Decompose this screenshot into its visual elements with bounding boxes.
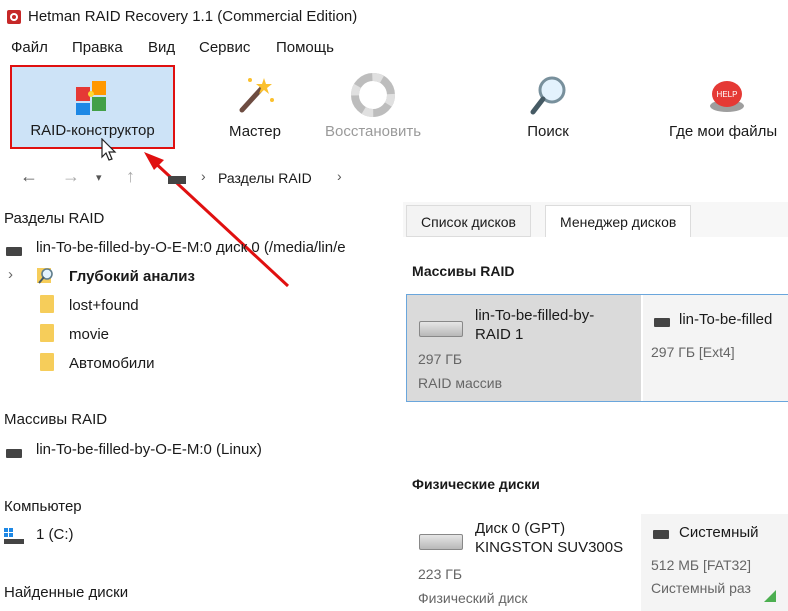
magnifier-icon [530,76,566,115]
raid-array-name: lin-To-be-filled-by- [475,307,595,324]
folder-item-cars[interactable]: Автомобили [69,355,154,372]
back-arrow-icon[interactable]: ← [20,166,38,187]
menu-help[interactable]: Помощь [276,39,334,56]
found-disks-heading: Найденные диски [4,584,129,601]
hard-drive-icon [419,321,463,337]
deep-analysis-icon [37,268,53,284]
app-icon [7,10,21,24]
windows-drive-icon [4,528,24,544]
mouse-cursor-icon [101,138,117,161]
folder-item-movie[interactable]: movie [69,326,109,343]
menu-view[interactable]: Вид [148,39,175,56]
raid-constructor-label: RAID-конструктор [30,122,155,139]
raid-constructor-button[interactable]: RAID-конструктор [10,65,175,149]
window-title: Hetman RAID Recovery 1.1 (Commercial Edi… [28,8,358,25]
raid-array-drive-icon [6,449,22,458]
where-are-my-files-button[interactable]: HELP Где мои файлы [665,66,788,150]
hard-drive-icon [419,534,463,550]
menu-service[interactable]: Сервис [199,39,250,56]
raid-arrays-section-title: Массивы RAID [412,263,515,279]
system-partition-name: Системный [679,524,759,541]
navigation-bar [0,160,788,196]
history-dropdown-icon[interactable]: ▾ [96,171,102,184]
where-are-my-files-label: Где мои файлы [669,123,778,140]
resize-corner-icon [764,590,776,602]
physical-disk-type: Физический диск [418,590,528,606]
deep-analysis-item[interactable]: Глубокий анализ [69,268,195,285]
menu-file[interactable]: Файл [11,39,48,56]
raid-array-type: RAID массив [418,375,503,391]
physical-disks-section-title: Физические диски [412,476,540,492]
tab-disk-list[interactable]: Список дисков [406,205,531,237]
folder-icon [40,324,54,342]
breadcrumb-expand-icon[interactable]: › [337,168,342,184]
svg-text:HELP: HELP [716,90,737,99]
partition-drive-icon [654,318,670,327]
raid-partitions-heading: Разделы RAID [4,210,105,227]
partition-drive-icon [653,530,669,539]
raid-arrays-heading: Массивы RAID [4,411,108,428]
restore-label: Восстановить [324,123,422,140]
search-button[interactable]: Поиск [500,66,596,150]
physical-disk-model: KINGSTON SUV300S [475,539,624,556]
folder-icon [40,353,54,371]
wizard-button[interactable]: Мастер [205,66,305,150]
physical-disk-size: 223 ГБ [418,566,463,582]
breadcrumb-raid-partitions[interactable]: Разделы RAID [218,170,312,186]
tab-disk-manager[interactable]: Менеджер дисков [545,205,692,237]
help-button-icon: HELP [709,81,744,112]
breadcrumb-separator-icon: › [201,168,206,184]
computer-drive-c[interactable]: 1 (C:) [36,526,74,543]
raid-partition-info: 297 ГБ [Ext4] [651,344,735,360]
up-arrow-icon[interactable]: ↑ [126,166,135,187]
raid-array-level: RAID 1 [475,326,524,343]
folder-item-lost-found[interactable]: lost+found [69,297,139,314]
forward-arrow-icon[interactable]: → [62,166,80,187]
raid-partition-name: lin-To-be-filled [679,311,773,328]
volume-drive-icon [6,247,22,256]
raid-volume-item[interactable]: lin-To-be-filled-by-O-E-M:0 диск 0 (/med… [36,239,402,256]
title-bar: Hetman RAID Recovery 1.1 (Commercial Edi… [0,0,788,34]
wizard-label: Мастер [229,123,281,140]
restore-button[interactable]: Восстановить [312,66,434,150]
search-label: Поиск [527,123,569,140]
magic-wand-icon [239,78,274,113]
lifebuoy-icon [351,73,395,117]
physical-disk-name: Диск 0 (GPT) [475,520,566,537]
raid-array-item[interactable]: lin-To-be-filled-by-O-E-M:0 (Linux) [36,441,262,458]
drive-icon [168,176,186,184]
menu-edit[interactable]: Правка [72,39,123,56]
puzzle-icon [75,81,106,115]
system-partition-info: 512 МБ [FAT32] [651,557,751,573]
folder-icon [40,295,54,313]
expand-chevron-icon[interactable]: › [8,266,13,283]
raid-array-size: 297 ГБ [418,351,463,367]
computer-heading: Компьютер [4,498,82,515]
